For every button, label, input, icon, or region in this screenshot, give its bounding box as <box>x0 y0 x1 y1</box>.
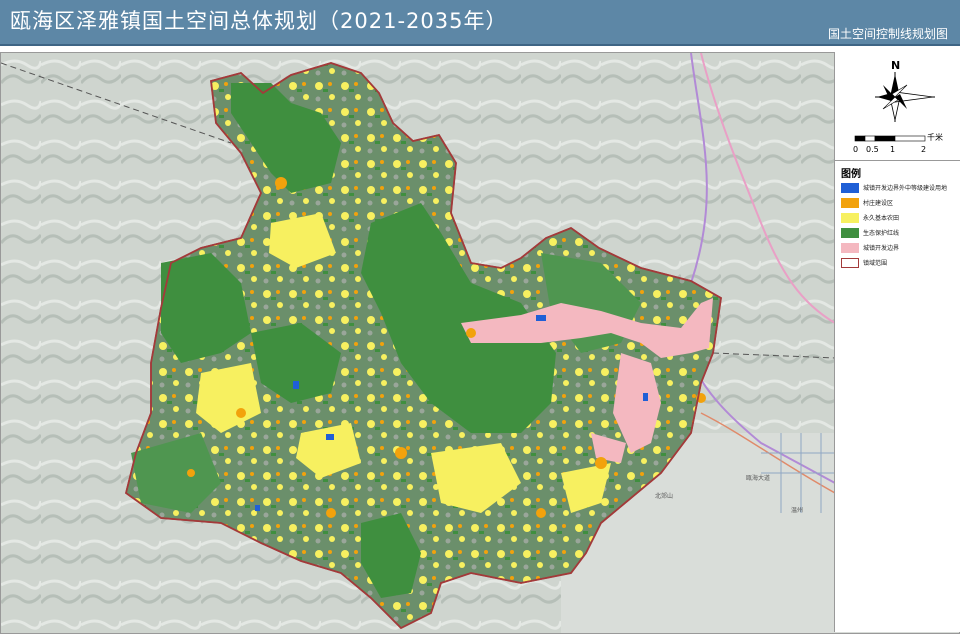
village-patch <box>466 328 476 338</box>
legend-swatch <box>841 183 859 193</box>
legend-swatch <box>841 198 859 208</box>
special-construction-patch <box>255 505 260 511</box>
compass-box: N 千米 0 0.5 1 2 <box>835 52 960 161</box>
scale-unit-label: 千米 <box>927 133 943 142</box>
header-divider <box>0 44 960 46</box>
special-construction-patch <box>536 315 546 321</box>
village-patch <box>536 508 546 518</box>
legend-item-label: 村庄建设区 <box>863 200 894 207</box>
place-label-road: 瓯海大道 <box>746 475 771 482</box>
legend-item-label: 永久基本农田 <box>863 215 900 222</box>
special-construction-patch <box>326 434 334 440</box>
legend-item-ecology: 生态保护红线 <box>841 227 959 239</box>
legend-swatch <box>841 243 859 253</box>
legend-swatch <box>841 228 859 238</box>
map-frame[interactable]: 北郊山 瓯海大道 温州 <box>0 52 960 634</box>
legend-item-special-construction: 城镇开发边界外中等级建设用地 <box>841 182 959 194</box>
legend-item-label: 城镇开发边界 <box>863 245 900 252</box>
village-patch <box>595 457 607 469</box>
village-patch <box>275 177 287 189</box>
special-construction-patch <box>643 393 648 401</box>
village-patch <box>326 508 336 518</box>
page-title: 瓯海区泽雅镇国土空间总体规划（2021-2035年） <box>10 9 508 33</box>
legend-item-village: 村庄建设区 <box>841 197 959 209</box>
legend-item-label: 城镇开发边界外中等级建设用地 <box>863 185 948 192</box>
special-construction-patch <box>293 381 299 389</box>
legend-panel: N 千米 0 0.5 1 2 图例 城镇开发边界外中等级建设用地 村庄建设区 永… <box>834 52 960 632</box>
map-canvas[interactable] <box>1 53 835 633</box>
village-patch <box>395 447 407 459</box>
legend-item-farmland: 永久基本农田 <box>841 212 959 224</box>
place-label-north: 北郊山 <box>655 493 674 500</box>
scale-tick-label: 0 <box>853 145 859 154</box>
village-patch <box>236 408 246 418</box>
scale-tick-label: 1 <box>890 145 896 154</box>
header-bar: 瓯海区泽雅镇国土空间总体规划（2021-2035年） 国土空间控制线规划图 <box>0 0 960 44</box>
village-patch <box>187 469 195 477</box>
legend-swatch <box>841 213 859 223</box>
scale-bar <box>854 135 926 142</box>
map-subtitle: 国土空间控制线规划图 <box>827 27 948 41</box>
legend-swatch <box>841 258 859 268</box>
legend-item-label: 镇域范围 <box>863 260 888 267</box>
place-label-city: 温州 <box>791 507 804 514</box>
legend-item-urban: 城镇开发边界 <box>841 242 959 254</box>
scale-tick-label: 0.5 <box>866 145 879 154</box>
compass-rose-icon <box>854 72 935 142</box>
scale-tick-label: 2 <box>921 145 927 154</box>
legend-item-label: 生态保护红线 <box>863 230 900 237</box>
legend-title: 图例 <box>841 169 861 180</box>
legend-item-boundary: 镇域范围 <box>841 257 959 269</box>
